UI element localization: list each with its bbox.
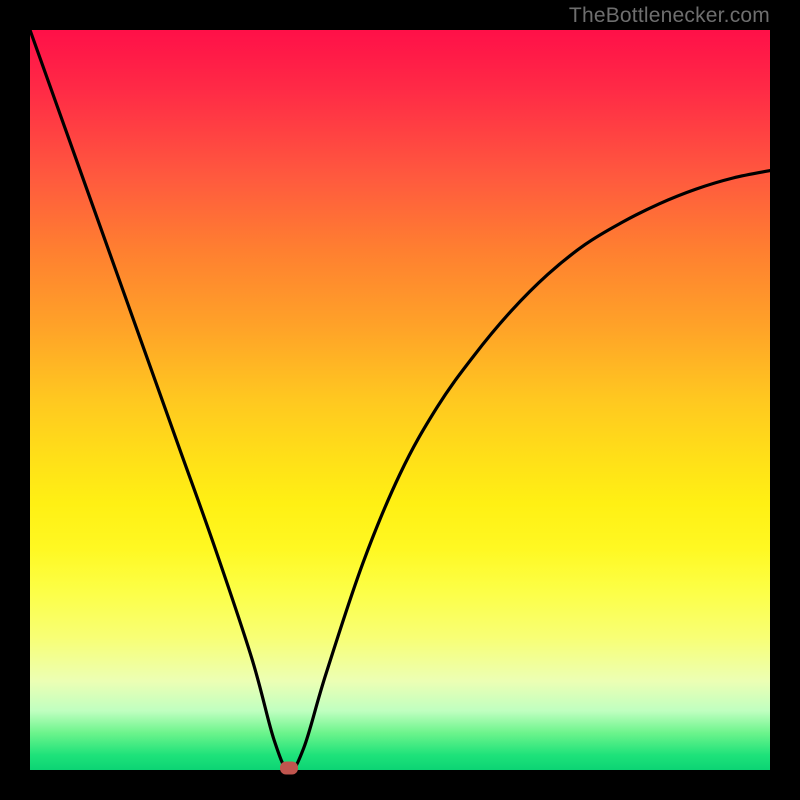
optimal-point-marker	[280, 762, 298, 775]
watermark-text: TheBottlenecker.com	[569, 4, 770, 28]
chart-svg	[30, 30, 770, 770]
bottleneck-curve-line	[30, 30, 770, 770]
